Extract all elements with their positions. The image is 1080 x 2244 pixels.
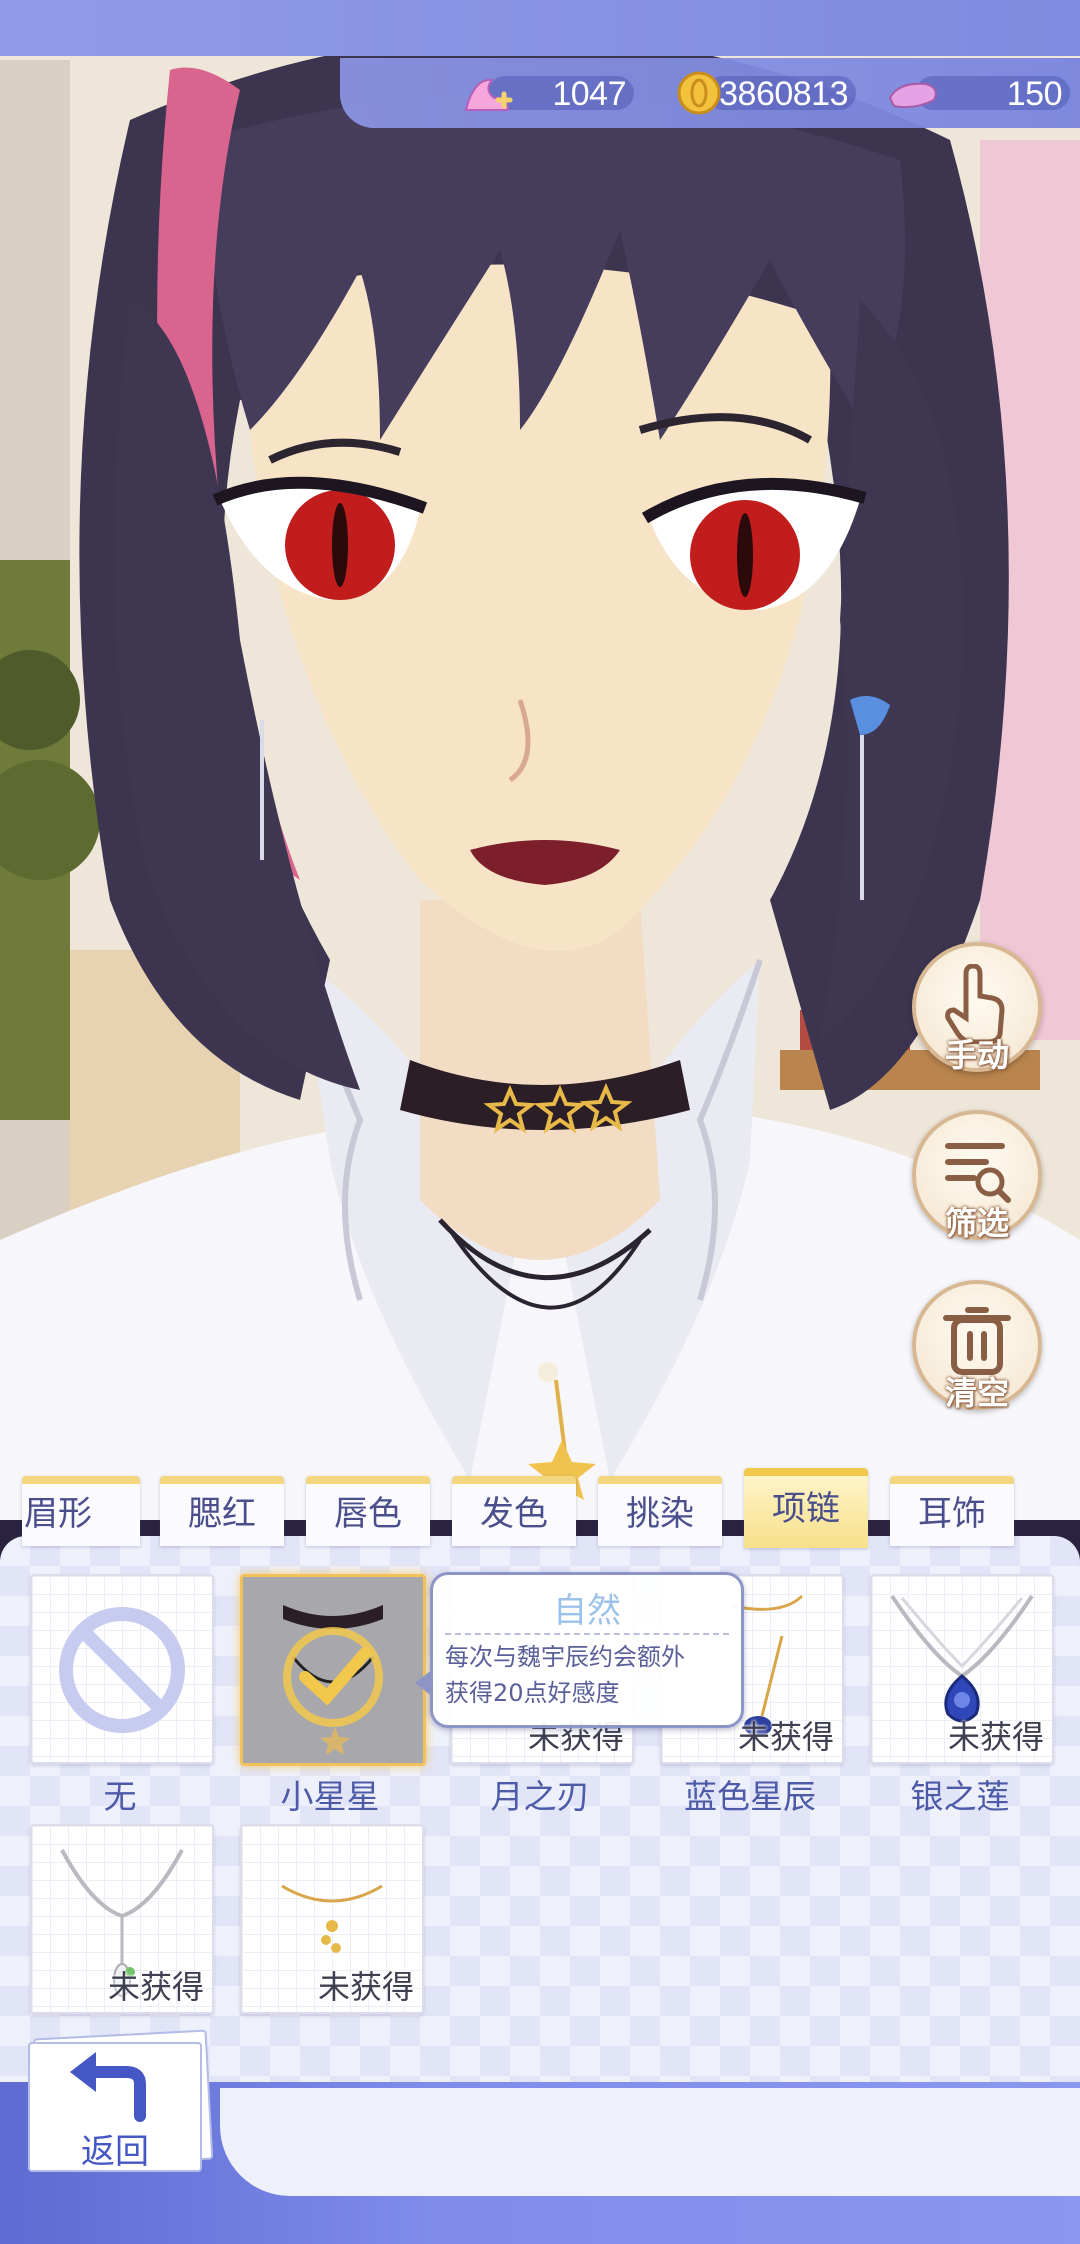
tab-eyebrow[interactable]: 眉形 bbox=[22, 1476, 140, 1546]
tab-blush[interactable]: 腮红 bbox=[160, 1476, 284, 1546]
clear-button[interactable]: 清空 bbox=[912, 1280, 1042, 1412]
back-label: 返回 bbox=[81, 2132, 149, 2172]
item-state: 未获得 bbox=[107, 1968, 204, 2006]
clear-label: 清空 bbox=[944, 1374, 1009, 1412]
manual-button[interactable]: 手动 bbox=[912, 942, 1042, 1074]
tab-necklace[interactable]: 项链 bbox=[744, 1468, 868, 1548]
currency-bar: 1047 3860813 150 bbox=[340, 58, 1080, 128]
item-name: 银之莲 bbox=[910, 1777, 1010, 1816]
filter-label: 筛选 bbox=[944, 1204, 1009, 1242]
item-silver-lotus[interactable]: 未获得 银之莲 bbox=[870, 1574, 1054, 1816]
manual-label: 手动 bbox=[944, 1036, 1009, 1074]
tab-lip-color[interactable]: 唇色 bbox=[306, 1476, 430, 1546]
character-portrait bbox=[0, 0, 1080, 1520]
tooltip-divider bbox=[445, 1633, 729, 1635]
item-tooltip: 自然 每次与魏宇辰约会额外 获得20点好感度 bbox=[415, 1572, 744, 1728]
item-state: 未获得 bbox=[737, 1718, 834, 1756]
item-name: 无 bbox=[103, 1777, 137, 1816]
back-sheet-front: 返回 bbox=[28, 2042, 202, 2172]
item-gold-pendant[interactable]: 未获得 bbox=[240, 1824, 424, 2014]
tooltip-tail bbox=[415, 1669, 433, 1697]
none-icon bbox=[59, 1607, 185, 1733]
item-none[interactable]: 无 bbox=[30, 1574, 214, 1816]
currency-stamina[interactable]: 150 bbox=[886, 70, 1070, 116]
currency-gold[interactable]: 3860813 bbox=[676, 70, 856, 116]
tab-earring[interactable]: 耳饰 bbox=[890, 1476, 1014, 1546]
back-button[interactable]: 返回 bbox=[28, 2029, 214, 2172]
top-strip bbox=[0, 0, 1080, 56]
item-little-star[interactable]: 小星星 bbox=[240, 1574, 426, 1816]
tab-highlight-dye[interactable]: 挑染 bbox=[598, 1476, 722, 1546]
character-illustration bbox=[0, 0, 1080, 1520]
filter-button[interactable]: 筛选 bbox=[912, 1110, 1042, 1242]
item-name: 蓝色星辰 bbox=[684, 1777, 816, 1816]
item-state: 未获得 bbox=[947, 1718, 1044, 1756]
item-silver-pendant[interactable]: 未获得 bbox=[30, 1824, 214, 2014]
back-arrow-icon bbox=[70, 2052, 146, 2122]
gold-value: 3860813 bbox=[719, 75, 848, 113]
category-tabs: 眉形 腮红 唇色 发色 挑染 项链 耳饰 bbox=[0, 1468, 1080, 1548]
footer-wave bbox=[220, 2088, 1080, 2196]
currency-crystal[interactable]: 1047 bbox=[458, 70, 634, 116]
item-state: 未获得 bbox=[317, 1968, 414, 2006]
gold-coin-icon bbox=[677, 71, 721, 115]
pink-swan-crystal-icon bbox=[464, 78, 513, 111]
tab-hair-color[interactable]: 发色 bbox=[452, 1476, 576, 1546]
item-name: 小星星 bbox=[280, 1777, 380, 1816]
crystal-value: 1047 bbox=[552, 75, 626, 113]
tooltip-title: 自然 bbox=[553, 1591, 621, 1631]
star-choker-icon bbox=[283, 1605, 383, 1755]
stamina-value: 150 bbox=[1006, 75, 1063, 113]
item-name: 月之刃 bbox=[490, 1777, 590, 1816]
tooltip-line-2: 获得20点好感度 bbox=[445, 1679, 620, 1707]
tooltip-description: 每次与魏宇辰约会额外 获得20点好感度 bbox=[445, 1639, 733, 1711]
tooltip-line-1: 每次与魏宇辰约会额外 bbox=[445, 1643, 685, 1671]
pink-stamina-icon bbox=[888, 82, 937, 109]
